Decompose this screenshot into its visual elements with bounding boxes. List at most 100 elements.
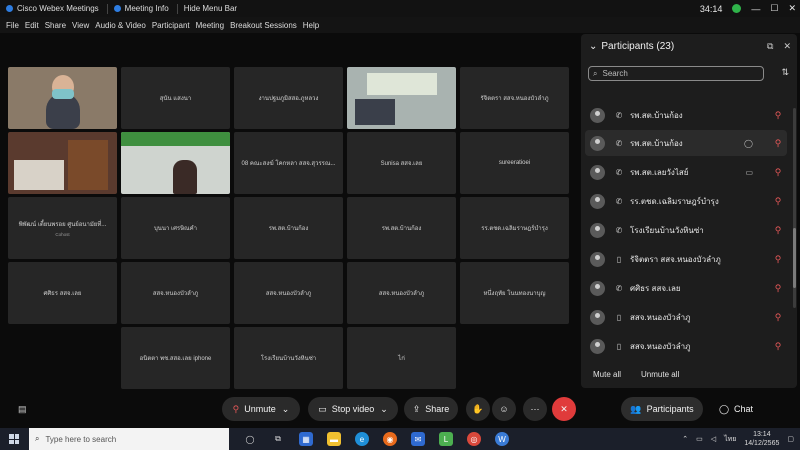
firefox-icon[interactable]: ◉	[383, 432, 397, 446]
list-item[interactable]: ▯ รัจิตตรา สสจ.หนองบัวลำภู ⚲	[585, 246, 787, 272]
network-icon[interactable]: ▭	[696, 435, 703, 443]
participants-header[interactable]: ⌄ Participants (23)	[589, 41, 674, 52]
list-item[interactable]: ✆ รร.ตชด.เฉลิมราษฎร์บำรุง ⚲	[585, 188, 787, 214]
close-icon[interactable]: ✕	[788, 3, 796, 14]
video-tile[interactable]: พิพัฒน์ เตี้ยนพรอย ศูนย์อนามัยที่... Coho…	[8, 197, 117, 259]
maximize-icon[interactable]: ☐	[770, 3, 778, 14]
menu-meeting[interactable]: Meeting	[196, 21, 224, 30]
webex-icon[interactable]: W	[495, 432, 509, 446]
meeting-info-button[interactable]: Meeting Info	[113, 4, 169, 13]
list-item[interactable]: ✆ ศศิธร สสจ.เลย ⚲	[585, 275, 787, 301]
video-tile[interactable]: รร.ตชด.เฉลิมราษฎร์บำรุง	[460, 197, 569, 259]
video-tile[interactable]: รพ.สต.บ้านก้อง	[234, 197, 343, 259]
edge-icon[interactable]: e	[355, 432, 369, 446]
muted-mic-icon[interactable]: ⚲	[771, 138, 785, 149]
participant-search-input[interactable]: ⌕ Search	[588, 66, 764, 81]
video-tile[interactable]: รพ.สต.บ้านก้อง	[347, 197, 456, 259]
cortana-icon[interactable]: ◯	[243, 432, 257, 446]
list-item[interactable]: ▯ สสจ.หนองบัวลำภู ⚲	[585, 304, 787, 330]
muted-mic-icon[interactable]: ⚲	[771, 196, 785, 207]
chat-icon[interactable]: ◯	[744, 139, 753, 148]
video-tile[interactable]: สสจ.หนองบัวลำภู	[234, 262, 343, 324]
stop-video-button[interactable]: ▭ Stop video ⌄	[308, 397, 398, 421]
chevron-down-icon[interactable]: ⌄	[282, 404, 290, 415]
video-tile[interactable]: รัจิตตรา สสจ.หนองบัวลำภู	[460, 67, 569, 129]
video-tile[interactable]: Sunisa สสจ.เลย	[347, 132, 456, 194]
email-icon[interactable]: ✉	[411, 432, 425, 446]
taskbar-search-input[interactable]: ⌕ Type here to search	[29, 428, 229, 450]
chat-button[interactable]: ◯ Chat	[710, 397, 762, 421]
close-panel-icon[interactable]: ✕	[783, 41, 791, 52]
video-tile[interactable]: งานปฐมภูมิสสอ.ภูหลวง	[234, 67, 343, 129]
video-tile[interactable]: สสจ.หนองบัวลำภู	[347, 262, 456, 324]
menu-audio-video[interactable]: Audio & Video	[95, 21, 146, 30]
video-tile[interactable]: โรงเรียนบ้านวังหินซ่า	[234, 327, 343, 389]
store-icon[interactable]: ▦	[299, 432, 313, 446]
video-tile[interactable]: หนึ่งฤทัย โนนทองนาบุญ	[460, 262, 569, 324]
video-tile[interactable]: สสจ.หนองบัวลำภู	[121, 262, 230, 324]
tray-expand-icon[interactable]: ⌃	[682, 435, 688, 443]
notification-icon[interactable]: ▢	[787, 435, 794, 443]
sort-icon[interactable]: ⇅	[781, 67, 789, 78]
video-tile[interactable]: ศศิธร สสจ.เลย	[8, 262, 117, 324]
hide-menu-bar-button[interactable]: Hide Menu Bar	[184, 4, 237, 13]
raise-hand-button[interactable]: ✋	[466, 397, 490, 421]
connection-status-icon	[732, 4, 742, 13]
video-tile[interactable]: อนิตตา พช.สสอ.เลย iphone	[121, 327, 230, 389]
video-tile[interactable]	[8, 67, 117, 129]
muted-mic-icon: ⚲	[232, 403, 240, 414]
menu-share[interactable]: Share	[45, 21, 66, 30]
video-tile[interactable]: sureeratioei	[460, 132, 569, 194]
menu-breakout[interactable]: Breakout Sessions	[230, 21, 297, 30]
menu-edit[interactable]: Edit	[25, 21, 39, 30]
video-tile[interactable]: บุนนา เศรษิณคำ	[121, 197, 230, 259]
scrollbar-thumb[interactable]	[793, 228, 796, 288]
video-tile[interactable]: ไก่	[347, 327, 456, 389]
video-tile[interactable]	[347, 67, 456, 129]
reactions-button[interactable]: ☺	[492, 397, 516, 421]
muted-mic-icon[interactable]: ⚲	[771, 167, 785, 178]
list-item[interactable]: ▯ สสจ.หนองบัวลำภู ⚲	[585, 333, 787, 359]
popout-icon[interactable]: ⧉	[767, 41, 773, 52]
more-options-button[interactable]: ⋯	[523, 397, 547, 421]
clock[interactable]: 13:14 14/12/2565	[744, 430, 779, 448]
windows-start-icon[interactable]	[9, 434, 19, 444]
chrome-icon[interactable]: ◎	[467, 432, 481, 446]
video-tile[interactable]: 08 คณะสงฆ์ โคกหลา สสจ.สุวรรณ...	[234, 132, 343, 194]
menu-file[interactable]: File	[6, 21, 19, 30]
muted-mic-icon[interactable]: ⚲	[771, 225, 785, 236]
participants-button[interactable]: 👥 Participants	[621, 397, 703, 421]
list-item[interactable]: ✆ รพ.สต.บ้านก้อง ◯ ⚲	[585, 130, 787, 156]
video-tile[interactable]	[121, 132, 230, 194]
file-explorer-icon[interactable]: ▬	[327, 432, 341, 446]
video-tile[interactable]: สุนัน แสงนา	[121, 67, 230, 129]
menu-participant[interactable]: Participant	[152, 21, 190, 30]
captions-icon[interactable]: ▤	[18, 404, 27, 415]
video-icon[interactable]: ▭	[745, 168, 753, 177]
menu-view[interactable]: View	[72, 21, 89, 30]
language-indicator[interactable]: ไทย	[724, 434, 736, 445]
video-tile[interactable]	[8, 132, 117, 194]
mute-all-button[interactable]: Mute all	[593, 370, 621, 379]
unmute-button[interactable]: ⚲ Unmute ⌄	[222, 397, 300, 421]
leave-meeting-button[interactable]: ✕	[552, 397, 576, 421]
task-view-icon[interactable]: ⧉	[271, 432, 285, 446]
muted-mic-icon[interactable]: ⚲	[771, 283, 785, 294]
video-camera-icon: ▭	[318, 403, 327, 414]
muted-mic-icon[interactable]: ⚲	[771, 254, 785, 265]
chevron-down-icon[interactable]: ⌄	[589, 41, 597, 52]
list-item[interactable]: ✆ โรงเรียนบ้านวังหินซ่า ⚲	[585, 217, 787, 243]
line-icon[interactable]: L	[439, 432, 453, 446]
minimize-icon[interactable]: —	[751, 4, 760, 14]
list-item[interactable]: ✆ รพ.สต.เลยวังไสย์ ▭ ⚲	[585, 159, 787, 185]
muted-mic-icon[interactable]: ⚲	[771, 341, 785, 352]
participant-scrollbar[interactable]	[793, 108, 796, 308]
volume-icon[interactable]: ◁	[711, 435, 716, 443]
share-button[interactable]: ⇪ Share	[404, 397, 458, 421]
menu-help[interactable]: Help	[303, 21, 319, 30]
unmute-all-button[interactable]: Unmute all	[641, 370, 679, 379]
chevron-down-icon[interactable]: ⌄	[380, 404, 388, 415]
muted-mic-icon[interactable]: ⚲	[771, 110, 785, 121]
muted-mic-icon[interactable]: ⚲	[771, 312, 785, 323]
list-item[interactable]: ✆ รพ.สต.บ้านก้อง ⚲	[585, 102, 787, 128]
